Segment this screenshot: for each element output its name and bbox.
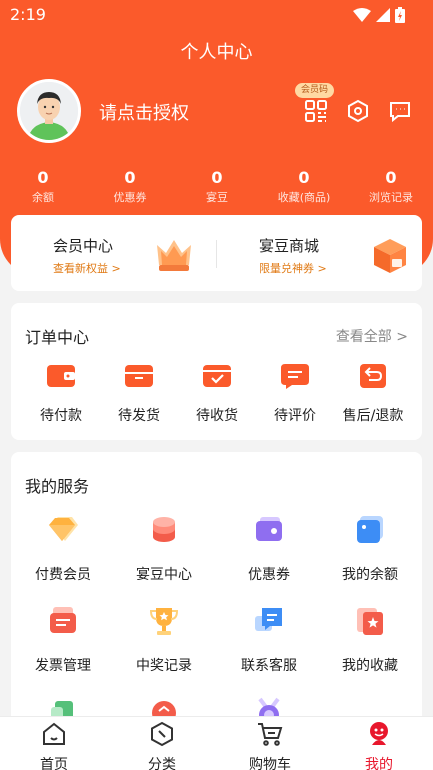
bean-mall-subtitle: 限量兑神券 > xyxy=(259,262,327,275)
order-item-label: 售后/退款 xyxy=(342,408,404,424)
qrcode-icon[interactable] xyxy=(304,99,328,123)
refund-icon xyxy=(360,364,386,388)
stat-value: 0 xyxy=(37,168,49,187)
order-after-sales[interactable]: 售后/退款 xyxy=(333,362,413,425)
order-pending-payment[interactable]: 待付款 xyxy=(21,362,101,425)
order-item-label: 待付款 xyxy=(40,408,82,424)
member-code-badge: 会员码 xyxy=(295,83,335,98)
stat-favorites[interactable]: 0 收藏(商品) xyxy=(259,168,349,206)
order-pending-review[interactable]: 待评价 xyxy=(255,362,335,425)
status-time: 2:19 xyxy=(10,5,46,24)
service-label: 我的余额 xyxy=(342,567,398,583)
service-label: 付费会员 xyxy=(35,567,91,583)
order-item-label: 待评价 xyxy=(274,408,316,424)
bean-mall-title: 宴豆商城 xyxy=(259,237,320,255)
stat-label: 收藏(商品) xyxy=(277,191,331,204)
view-all-orders-link[interactable]: 查看全部 > xyxy=(336,326,408,346)
diamond-icon xyxy=(49,517,78,541)
order-pending-receipt[interactable]: 待收货 xyxy=(177,362,257,425)
member-center-entry[interactable]: 会员中心 查看新权益 > xyxy=(11,215,216,291)
tab-label: 分类 xyxy=(148,757,176,770)
service-label: 优惠券 xyxy=(248,567,290,583)
gift-box-icon xyxy=(374,239,406,273)
box-icon xyxy=(125,365,153,387)
service-my-balance[interactable]: 我的余额 xyxy=(318,513,422,584)
profile-icon xyxy=(370,722,388,745)
service-label: 我的收藏 xyxy=(342,658,398,674)
bean-mall-entry[interactable]: 宴豆商城 限量兑神券 > xyxy=(217,215,422,291)
status-bar: 2:19 xyxy=(0,0,433,30)
order-item-label: 待收货 xyxy=(196,408,238,424)
tab-label: 购物车 xyxy=(249,757,291,770)
my-services-card: 我的服务 付费会员 宴豆中心 优惠券 我的余额 发票管理 中奖记录 联系客服 我… xyxy=(11,452,422,742)
stat-coupons[interactable]: 0 优惠券 xyxy=(85,168,175,206)
my-services-title: 我的服务 xyxy=(25,477,90,496)
service-label: 中奖记录 xyxy=(136,658,192,674)
home-icon xyxy=(43,722,65,745)
order-center-card: 订单中心 查看全部 > 待付款 待发货 待收货 待评价 售后/退款 xyxy=(11,303,422,440)
stat-label: 优惠券 xyxy=(113,191,147,204)
favorite-icon xyxy=(357,608,383,635)
order-center-title: 订单中心 xyxy=(25,328,90,347)
tab-label: 我的 xyxy=(365,757,393,770)
stats-row: 0 余额 0 优惠券 0 宴豆 0 收藏(商品) 0 浏览记录 xyxy=(0,168,433,208)
service-label: 发票管理 xyxy=(35,658,91,674)
avatar[interactable] xyxy=(17,79,81,143)
service-prize-records[interactable]: 中奖记录 xyxy=(112,604,216,675)
stat-beans[interactable]: 0 宴豆 xyxy=(172,168,262,206)
tab-label: 首页 xyxy=(40,757,68,770)
invoice-icon xyxy=(50,607,76,633)
settings-icon[interactable] xyxy=(346,99,370,123)
member-center-title: 会员中心 xyxy=(53,237,114,255)
balance-icon xyxy=(357,516,383,543)
service-bean-center[interactable]: 宴豆中心 xyxy=(112,513,216,584)
order-pending-shipment[interactable]: 待发货 xyxy=(99,362,179,425)
order-item-label: 待发货 xyxy=(118,408,160,424)
service-label: 联系客服 xyxy=(241,658,297,674)
category-icon xyxy=(151,721,173,747)
tab-category[interactable]: 分类 xyxy=(108,721,216,770)
wallet-icon xyxy=(47,365,75,387)
coupon-icon xyxy=(256,517,282,541)
tab-profile[interactable]: 我的 xyxy=(325,721,433,770)
comment-icon xyxy=(281,364,309,389)
service-label: 宴豆中心 xyxy=(136,567,192,583)
status-icons xyxy=(353,7,405,23)
user-avatar-icon xyxy=(20,82,78,140)
crown-icon xyxy=(157,240,191,271)
service-invoice-management[interactable]: 发票管理 xyxy=(11,604,115,675)
stat-label: 浏览记录 xyxy=(369,191,413,204)
member-center-subtitle: 查看新权益 > xyxy=(53,262,121,275)
stat-balance[interactable]: 0 余额 xyxy=(0,168,88,206)
tab-home[interactable]: 首页 xyxy=(0,721,108,770)
service-paid-membership[interactable]: 付费会员 xyxy=(11,513,115,584)
wifi-icon xyxy=(353,8,371,22)
received-icon xyxy=(203,365,231,387)
login-prompt[interactable]: 请点击授权 xyxy=(99,99,189,125)
stat-value: 0 xyxy=(124,168,136,187)
vip-card: 会员中心 查看新权益 > 宴豆商城 限量兑神券 > xyxy=(11,215,422,291)
stat-label: 宴豆 xyxy=(206,191,228,204)
cart-icon xyxy=(258,723,283,746)
service-customer-support[interactable]: 联系客服 xyxy=(217,604,321,675)
bottom-tab-bar: 首页 分类 购物车 我的 xyxy=(0,716,433,770)
stat-history[interactable]: 0 浏览记录 xyxy=(346,168,433,206)
service-my-favorites[interactable]: 我的收藏 xyxy=(318,604,422,675)
message-icon[interactable] xyxy=(388,99,412,123)
stat-value: 0 xyxy=(385,168,397,187)
stat-value: 0 xyxy=(211,168,223,187)
trophy-icon xyxy=(149,608,179,635)
stat-label: 余额 xyxy=(32,191,54,204)
stat-value: 0 xyxy=(298,168,310,187)
coins-icon xyxy=(153,517,175,542)
chat-icon xyxy=(255,608,282,631)
page-title: 个人中心 xyxy=(180,42,253,63)
tab-cart[interactable]: 购物车 xyxy=(216,721,324,770)
signal-icon xyxy=(376,8,390,22)
service-coupons[interactable]: 优惠券 xyxy=(217,513,321,584)
battery-icon xyxy=(395,7,405,23)
